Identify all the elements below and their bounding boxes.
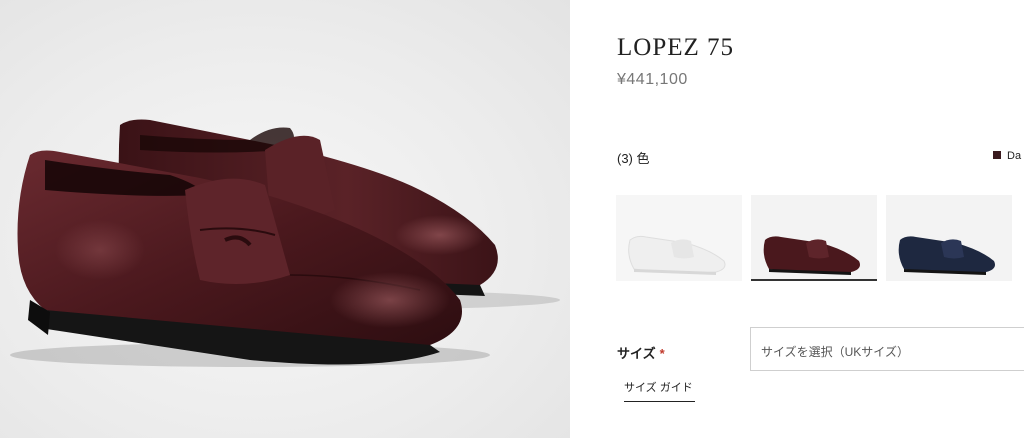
product-title: LOPEZ 75: [617, 34, 735, 61]
color-count-label: (3) 色: [617, 151, 650, 166]
product-hero-image: [0, 0, 570, 438]
current-color-name: Da: [1007, 150, 1022, 162]
loafer-pair-illustration: [10, 119, 560, 367]
color-swatch-navy[interactable]: [886, 195, 1012, 281]
current-color-indicator: Da: [993, 150, 1021, 162]
color-swatch-dark-brown[interactable]: [751, 195, 877, 281]
size-label: サイズ *: [617, 343, 665, 362]
required-asterisk: *: [659, 346, 665, 361]
navy-loafer-thumbnail: [886, 195, 1012, 281]
product-details: LOPEZ 75 ¥441,100 (3) 色 Da サイズ* サイズを選択（: [570, 0, 1024, 438]
size-guide-link[interactable]: サイズ ガイド: [624, 379, 695, 402]
white-loafer-thumbnail: [616, 195, 742, 281]
brown-loafer-thumbnail: [751, 195, 877, 279]
product-price: ¥441,100: [617, 71, 688, 88]
color-square-icon: [993, 151, 1001, 159]
size-select[interactable]: サイズを選択（UKサイズ）: [750, 327, 1024, 371]
size-label-text: サイズ: [617, 346, 656, 361]
color-swatch-white[interactable]: [616, 195, 742, 281]
